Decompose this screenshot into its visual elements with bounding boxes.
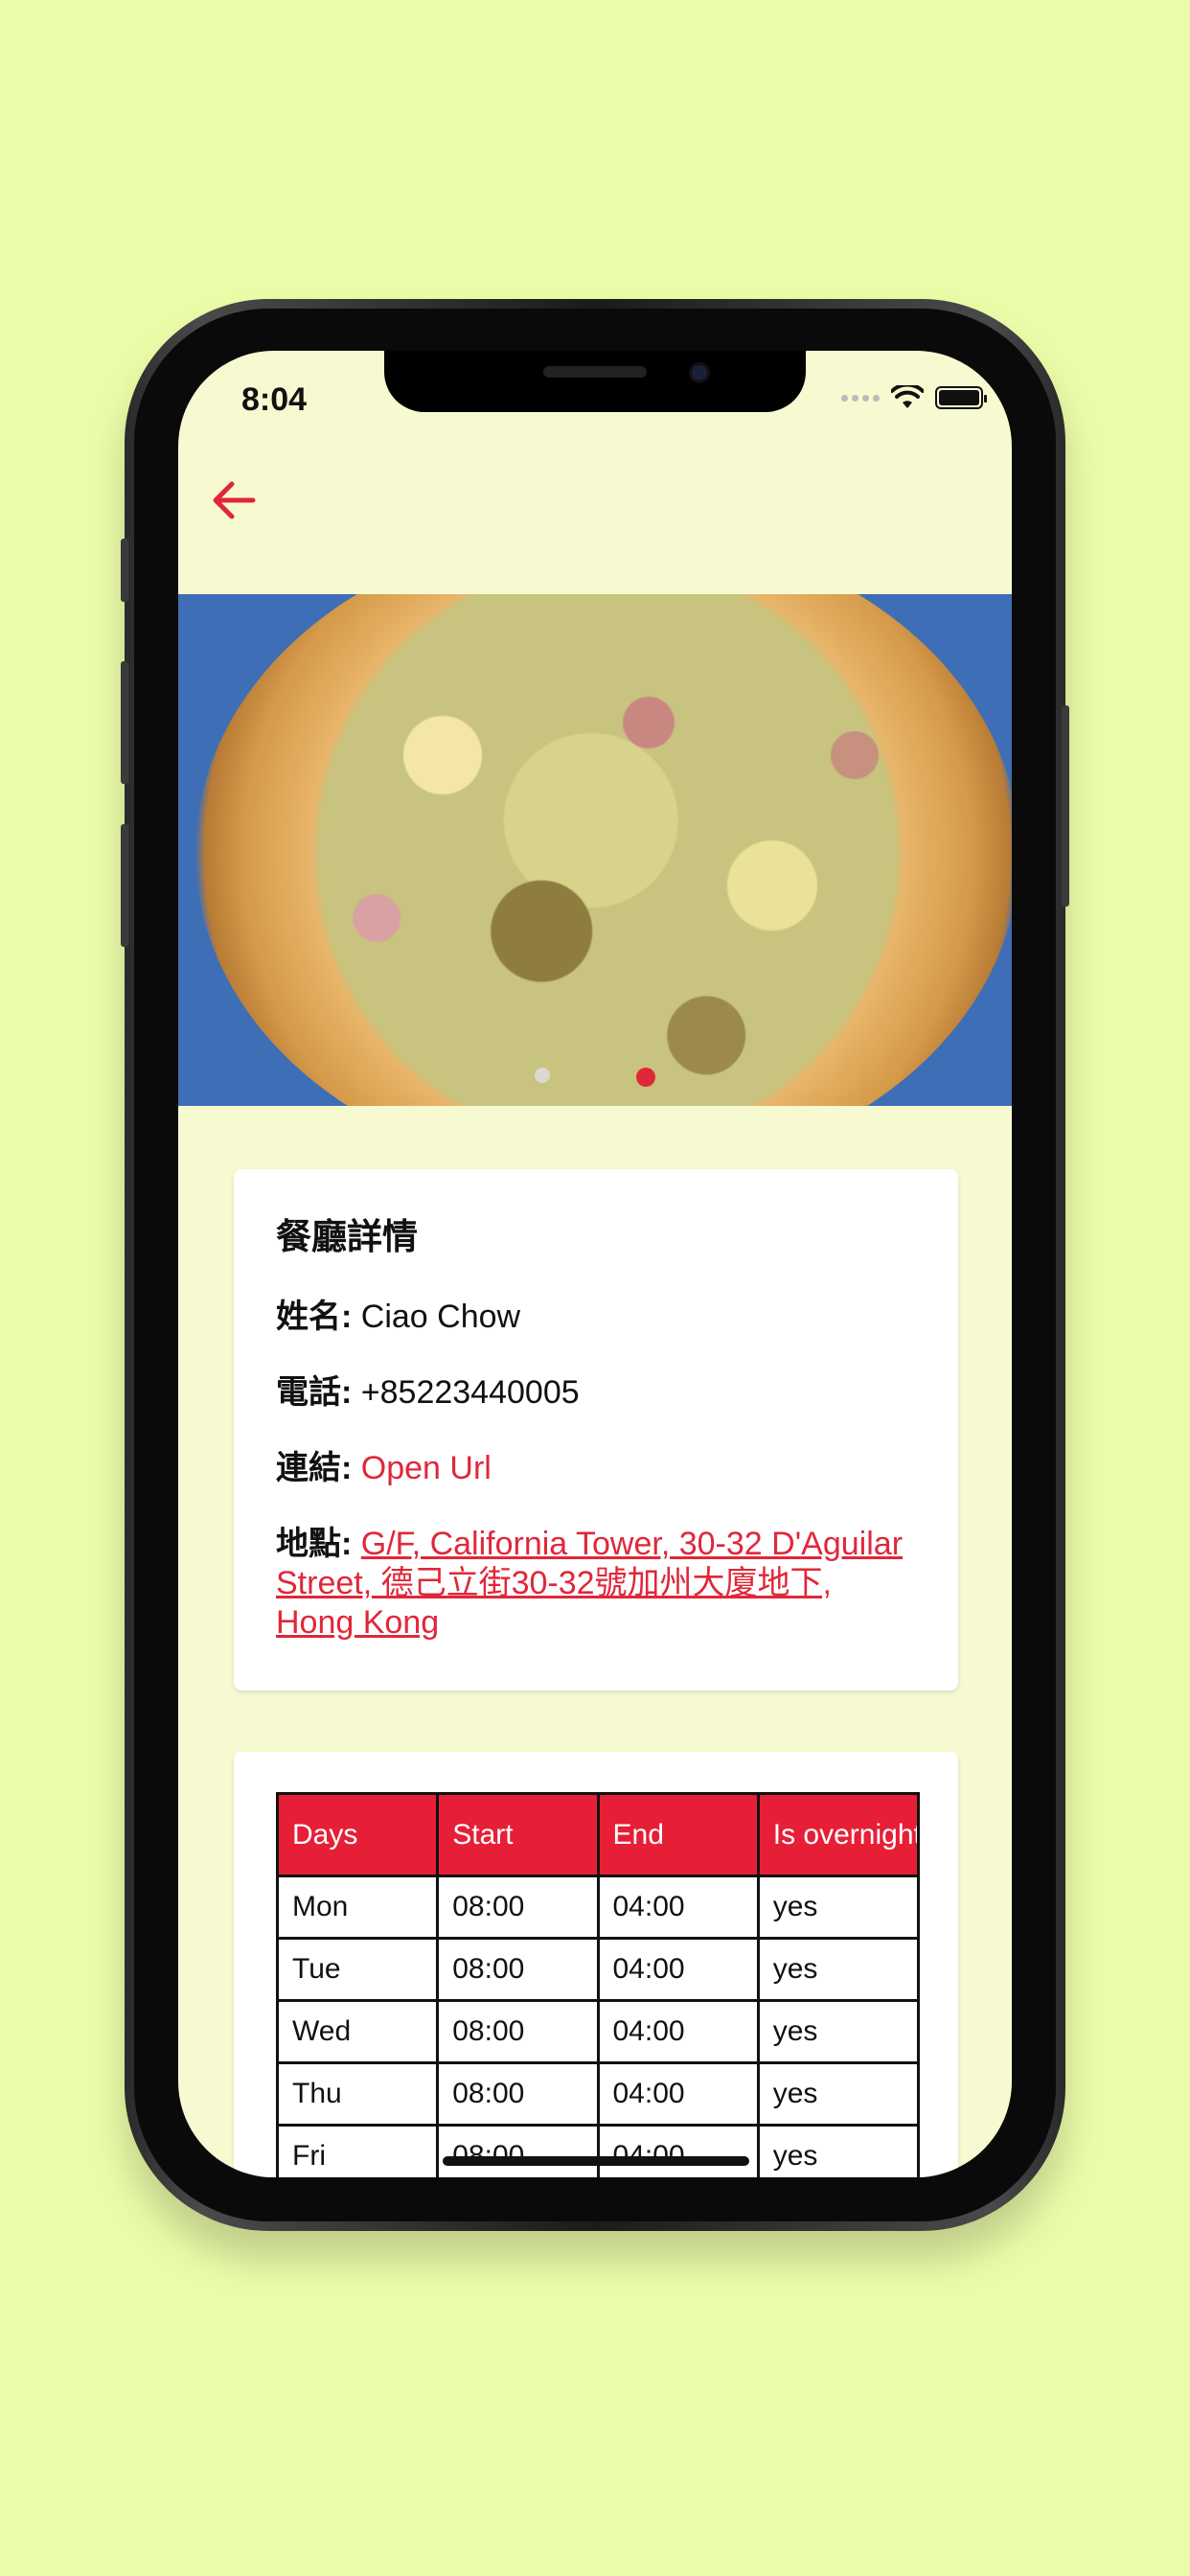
phone-row: 電話: +85223440005 — [276, 1373, 916, 1413]
cell-overnight: yes — [756, 2124, 921, 2177]
battery-icon — [935, 386, 987, 409]
table-row: Mon 08:00 04:00 yes — [275, 1874, 921, 1940]
link-row: 連結: Open Url — [276, 1449, 916, 1488]
address-row: 地點: G/F, California Tower, 30-32 D'Aguil… — [276, 1525, 916, 1643]
cell-overnight: yes — [756, 1937, 921, 2002]
status-icons — [841, 385, 987, 410]
carousel-dot[interactable] — [535, 1068, 550, 1083]
link-label: 連結: — [276, 1450, 353, 1486]
cell-end: 04:00 — [596, 1874, 760, 1940]
wifi-icon — [891, 385, 924, 408]
cell-start: 08:00 — [436, 2124, 600, 2177]
cell-day: Fri — [275, 2124, 440, 2177]
cell-end: 04:00 — [596, 2124, 760, 2177]
app-screen: 8:04 餐廳詳情 姓名: Ciao Chow 電話: +85223440005 — [178, 351, 1012, 2177]
status-time: 8:04 — [241, 381, 308, 418]
carousel-dot-active[interactable] — [636, 1068, 655, 1087]
cell-end: 04:00 — [596, 1937, 760, 2002]
cell-start: 08:00 — [436, 1874, 600, 1940]
table-row: Fri 08:00 04:00 yes — [275, 2124, 921, 2177]
cell-start: 08:00 — [436, 1937, 600, 2002]
cell-end: 04:00 — [596, 2061, 760, 2127]
cell-overnight: yes — [756, 1874, 921, 1940]
table-row: Wed 08:00 04:00 yes — [275, 1999, 921, 2064]
opening-hours-card: Days Start End Is overnight Mon 08:00 04… — [234, 1752, 958, 2177]
table-row: Thu 08:00 04:00 yes — [275, 2061, 921, 2127]
cell-end: 04:00 — [596, 1999, 760, 2064]
photo-carousel[interactable] — [178, 594, 1012, 1106]
column-header-days: Days — [275, 1792, 440, 1877]
card-title: 餐廳詳情 — [276, 1217, 418, 1256]
cell-start: 08:00 — [436, 1999, 600, 2064]
front-camera — [689, 362, 710, 383]
name-label: 姓名: — [276, 1299, 353, 1335]
volume-up-button — [121, 661, 128, 784]
phone-label: 電話: — [276, 1374, 353, 1411]
cell-start: 08:00 — [436, 2061, 600, 2127]
notch — [384, 351, 806, 412]
name-row: 姓名: Ciao Chow — [276, 1298, 916, 1337]
power-button — [1062, 705, 1069, 907]
volume-down-button — [121, 824, 128, 947]
cellular-signal-icon — [841, 394, 880, 402]
table-row: Tue 08:00 04:00 yes — [275, 1937, 921, 2002]
cell-overnight: yes — [756, 2061, 921, 2127]
earpiece-speaker — [543, 366, 647, 378]
home-indicator[interactable] — [443, 2156, 749, 2166]
opening-hours-table: Days Start End Is overnight Mon 08:00 04… — [275, 1792, 921, 2177]
silent-switch — [121, 539, 128, 602]
cell-day: Mon — [275, 1874, 440, 1940]
address-link[interactable]: G/F, California Tower, 30-32 D'Aguilar S… — [276, 1526, 903, 1641]
table-header-row: Days Start End Is overnight — [275, 1792, 921, 1877]
phone-value: +85223440005 — [360, 1374, 580, 1411]
column-header-start: Start — [436, 1792, 600, 1877]
cell-overnight: yes — [756, 1999, 921, 2064]
carousel-indicator — [178, 1068, 1012, 1087]
open-url-link[interactable]: Open Url — [361, 1450, 492, 1486]
restaurant-photo — [195, 594, 1012, 1106]
arrow-left-icon[interactable] — [207, 473, 261, 527]
column-header-end: End — [596, 1792, 760, 1877]
cell-day: Thu — [275, 2061, 440, 2127]
cell-day: Wed — [275, 1999, 440, 2064]
restaurant-details-card: 餐廳詳情 姓名: Ciao Chow 電話: +85223440005 連結: … — [234, 1169, 958, 1690]
address-label: 地點: — [276, 1526, 353, 1562]
cell-day: Tue — [275, 1937, 440, 2002]
column-header-overnight: Is overnight — [756, 1792, 921, 1877]
name-value: Ciao Chow — [360, 1299, 521, 1335]
